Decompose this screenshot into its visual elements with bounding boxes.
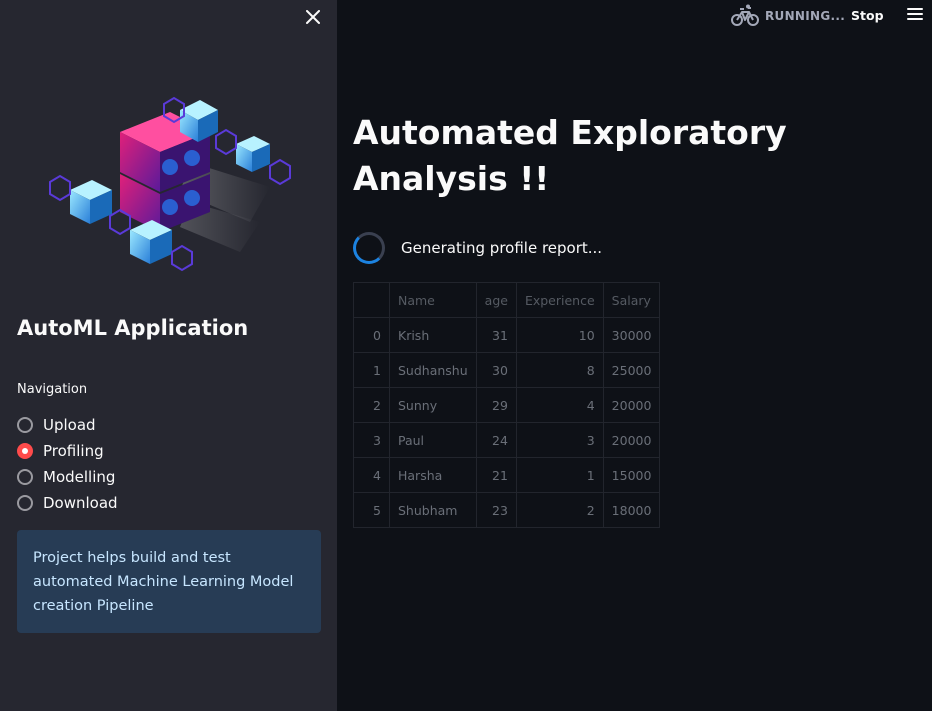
dataframe-table[interactable]: Name age Experience Salary 0 Krish 31 10… (353, 282, 661, 528)
table-row: 5 Shubham 23 2 18000 (353, 492, 661, 528)
table-cell[interactable]: Sunny (389, 387, 477, 423)
table-header-row: Name age Experience Salary (353, 282, 661, 318)
table-cell[interactable]: Paul (389, 422, 477, 458)
table-header-cell[interactable]: Experience (515, 282, 604, 318)
row-index-cell: 4 (353, 457, 390, 493)
table-cell[interactable]: 29 (475, 387, 517, 423)
table-cell[interactable]: 2 (515, 492, 604, 528)
table-cell[interactable]: Shubham (389, 492, 477, 528)
app-title: AutoML Application (17, 316, 249, 340)
close-icon[interactable] (303, 7, 323, 27)
row-index-cell: 3 (353, 422, 390, 458)
table-cell[interactable]: 1 (515, 457, 604, 493)
navigation-radio-group: Upload Profiling Modelling Download (17, 412, 118, 516)
table-cell[interactable]: 15000 (602, 457, 661, 493)
table-header-cell[interactable] (353, 282, 390, 318)
nav-option-upload[interactable]: Upload (17, 412, 118, 438)
bicycle-icon (731, 4, 759, 26)
nav-option-download[interactable]: Download (17, 490, 118, 516)
radio-unselected-icon[interactable] (17, 495, 33, 511)
table-cell[interactable]: 30000 (602, 317, 661, 353)
top-toolbar: RUNNING... Stop (337, 0, 932, 34)
table-row: 3 Paul 24 3 20000 (353, 422, 661, 458)
table-cell[interactable]: Sudhanshu (389, 352, 477, 388)
running-status-text: RUNNING... (765, 9, 846, 23)
table-header-cell[interactable]: age (475, 282, 517, 318)
loading-status-text: Generating profile report... (401, 239, 603, 257)
page-title: Automated Exploratory Analysis !! (353, 113, 787, 198)
radio-unselected-icon[interactable] (17, 469, 33, 485)
radio-unselected-icon[interactable] (17, 417, 33, 433)
table-cell[interactable]: 4 (515, 387, 604, 423)
table-cell[interactable]: 23 (475, 492, 517, 528)
table-row: 4 Harsha 21 1 15000 (353, 457, 661, 493)
table-header-cell[interactable]: Name (389, 282, 477, 318)
table-cell[interactable]: Krish (389, 317, 477, 353)
nav-option-modelling[interactable]: Modelling (17, 464, 118, 490)
table-cell[interactable]: 18000 (602, 492, 661, 528)
radio-selected-icon[interactable] (17, 443, 33, 459)
table-cell[interactable]: 3 (515, 422, 604, 458)
nav-option-label: Download (43, 494, 118, 512)
sidebar: AutoML Application Navigation Upload Pro… (0, 0, 337, 711)
table-cell[interactable]: 10 (515, 317, 604, 353)
navigation-label: Navigation (17, 382, 88, 397)
table-cell[interactable]: 20000 (602, 387, 661, 423)
row-index-cell: 1 (353, 352, 390, 388)
table-row: 1 Sudhanshu 30 8 25000 (353, 352, 661, 388)
nav-option-label: Modelling (43, 468, 116, 486)
running-status: RUNNING... (731, 4, 845, 28)
nav-option-profiling[interactable]: Profiling (17, 438, 118, 464)
table-cell[interactable]: 21 (475, 457, 517, 493)
table-cell[interactable]: 25000 (602, 352, 661, 388)
hamburger-menu-icon[interactable] (907, 8, 923, 22)
automl-logo-illustration (49, 96, 291, 272)
row-index-cell: 2 (353, 387, 390, 423)
project-info-box: Project helps build and test automated M… (17, 530, 321, 633)
table-cell[interactable]: 20000 (602, 422, 661, 458)
stop-button[interactable]: Stop (851, 8, 884, 23)
table-cell[interactable]: 31 (475, 317, 517, 353)
row-index-cell: 5 (353, 492, 390, 528)
loading-status: Generating profile report... (353, 232, 602, 264)
loading-spinner-icon (353, 232, 385, 264)
row-index-cell: 0 (353, 317, 390, 353)
table-cell[interactable]: 30 (475, 352, 517, 388)
table-cell[interactable]: 8 (515, 352, 604, 388)
table-cell[interactable]: 24 (475, 422, 517, 458)
table-row: 0 Krish 31 10 30000 (353, 317, 661, 353)
table-cell[interactable]: Harsha (389, 457, 477, 493)
nav-option-label: Profiling (43, 442, 104, 460)
table-row: 2 Sunny 29 4 20000 (353, 387, 661, 423)
nav-option-label: Upload (43, 416, 96, 434)
table-header-cell[interactable]: Salary (602, 282, 661, 318)
